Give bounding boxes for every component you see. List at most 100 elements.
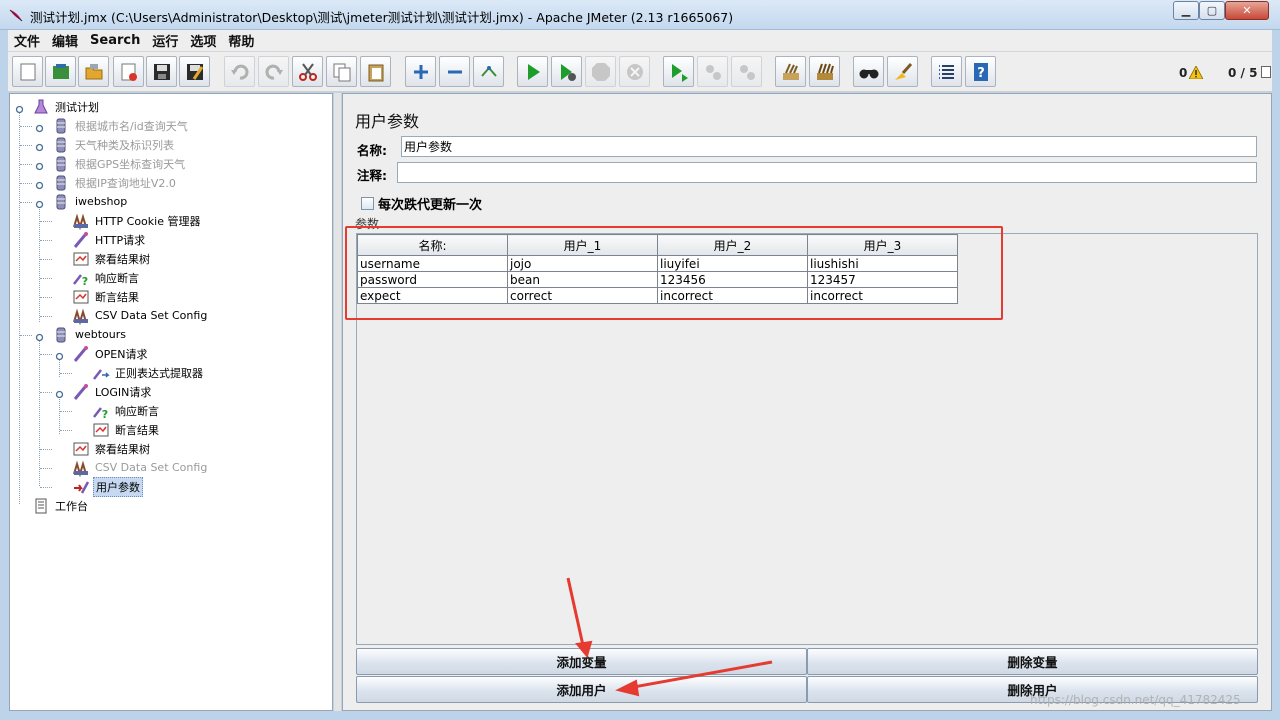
- panel-splitter[interactable]: [334, 93, 341, 711]
- collapse-all-button[interactable]: [439, 56, 470, 87]
- start-no-pause-icon: [560, 63, 576, 81]
- tree-item[interactable]: webtours: [52, 325, 128, 344]
- minimize-button[interactable]: ▁: [1173, 1, 1199, 20]
- close-button[interactable]: [113, 56, 144, 87]
- toggle-button[interactable]: [473, 56, 504, 87]
- tree-item-label: 断言结果: [115, 423, 159, 437]
- menu-options[interactable]: 选项: [184, 31, 222, 50]
- redo-button[interactable]: [258, 56, 289, 87]
- tree-item[interactable]: 根据IP查询地址V2.0: [52, 173, 178, 192]
- shutdown-button[interactable]: [619, 56, 650, 87]
- tree-expand-handle[interactable]: [55, 350, 64, 361]
- start-button[interactable]: [517, 56, 548, 87]
- name-input[interactable]: [401, 136, 1257, 157]
- tree-item[interactable]: 天气种类及标识列表: [52, 135, 176, 154]
- clear-all-button[interactable]: [809, 56, 840, 87]
- save-as-button[interactable]: [179, 56, 210, 87]
- cut-icon: [298, 62, 317, 81]
- update-once-per-iteration[interactable]: 每次跌代更新一次: [361, 194, 482, 213]
- tree-item[interactable]: 根据GPS坐标查询天气: [52, 154, 187, 173]
- tree-item-label: HTTP请求: [95, 233, 146, 247]
- start-icon: [527, 63, 540, 80]
- tree-item[interactable]: LOGIN请求: [72, 382, 153, 401]
- search-button[interactable]: [853, 56, 884, 87]
- tree-expand-handle[interactable]: [55, 388, 64, 399]
- stop-button[interactable]: [585, 56, 616, 87]
- comment-label: 注释:: [357, 168, 387, 183]
- undo-button[interactable]: [224, 56, 255, 87]
- cut-button[interactable]: [292, 56, 323, 87]
- function-helper-button[interactable]: [931, 56, 962, 87]
- tree-item[interactable]: 用户参数: [72, 476, 143, 497]
- menu-help[interactable]: 帮助: [222, 31, 260, 50]
- assertion-icon: ?: [92, 402, 110, 420]
- tree-expand-handle[interactable]: [35, 331, 44, 342]
- preprocessor-icon: [72, 478, 90, 496]
- maximize-button[interactable]: ▢: [1199, 1, 1225, 20]
- sampler-icon: [72, 231, 90, 249]
- tree-item[interactable]: HTTP Cookie 管理器: [72, 211, 202, 230]
- close-window-button[interactable]: ✕: [1225, 1, 1269, 20]
- tree-expand-handle[interactable]: [35, 141, 44, 152]
- function-helper-icon: [938, 64, 954, 79]
- remote-start-button[interactable]: [663, 56, 694, 87]
- save-button[interactable]: [146, 56, 177, 87]
- templates-button[interactable]: [45, 56, 76, 87]
- svg-text:?: ?: [82, 275, 88, 287]
- expand-all-button[interactable]: [405, 56, 436, 87]
- tree-item-label: CSV Data Set Config: [95, 461, 208, 474]
- tree-item[interactable]: 断言结果: [92, 420, 161, 439]
- tree-item[interactable]: CSV Data Set Config: [72, 458, 209, 477]
- update-once-checkbox[interactable]: [361, 197, 374, 210]
- tree-item[interactable]: 正则表达式提取器: [92, 363, 205, 382]
- clear-icon: [782, 63, 799, 80]
- copy-button[interactable]: [326, 56, 357, 87]
- tree-item[interactable]: 断言结果: [72, 287, 141, 306]
- delete-variable-button[interactable]: 删除变量: [807, 648, 1258, 675]
- tree-item[interactable]: ? 响应断言: [72, 268, 141, 287]
- menu-search[interactable]: Search: [84, 33, 146, 48]
- tree-item[interactable]: 察看结果树: [72, 439, 152, 458]
- add-user-button[interactable]: 添加用户: [356, 676, 807, 703]
- svg-text:?: ?: [977, 66, 985, 81]
- open-button[interactable]: [78, 56, 109, 87]
- remote-stop-button[interactable]: [697, 56, 728, 87]
- comment-input[interactable]: [397, 162, 1257, 183]
- tree-item[interactable]: 测试计划: [32, 97, 101, 116]
- add-variable-button[interactable]: 添加变量: [356, 648, 807, 675]
- tree-item[interactable]: 工作台: [32, 496, 90, 515]
- tree-expand-handle[interactable]: [35, 179, 44, 190]
- paste-button[interactable]: [360, 56, 391, 87]
- annotation-highlight-box: [345, 226, 1003, 320]
- tree-item[interactable]: iwebshop: [52, 192, 129, 211]
- tree-item[interactable]: HTTP请求: [72, 230, 147, 249]
- tree-expand-handle[interactable]: [15, 103, 24, 114]
- tree-expand-handle[interactable]: [35, 160, 44, 171]
- tree-item[interactable]: ? 响应断言: [92, 401, 161, 420]
- tree-expand-handle[interactable]: [35, 122, 44, 133]
- new-button[interactable]: [12, 56, 43, 87]
- tree-item[interactable]: 察看结果树: [72, 249, 152, 268]
- start-no-pause-button[interactable]: [551, 56, 582, 87]
- jmeter-feather-icon: [9, 9, 23, 22]
- help-button[interactable]: ?: [965, 56, 996, 87]
- paste-icon: [368, 64, 383, 81]
- test-plan-tree[interactable]: 测试计划 根据城市名/id查询天气 天气种类及标识列表 根据GPS坐标查询天气 根据IP…: [9, 93, 333, 711]
- window-title: 测试计划.jmx (C:\Users\Administrator\Desktop…: [30, 10, 734, 25]
- tree-item[interactable]: CSV Data Set Config: [72, 306, 209, 325]
- remote-stop-icon: [705, 64, 721, 80]
- listener-icon: [92, 421, 110, 439]
- tree-item[interactable]: OPEN请求: [72, 344, 149, 363]
- tree-expand-handle[interactable]: [35, 198, 44, 209]
- remote-shutdown-button[interactable]: [731, 56, 762, 87]
- stop-icon: [591, 62, 610, 81]
- config-icon: [72, 307, 90, 325]
- tree-item[interactable]: 根据城市名/id查询天气: [52, 116, 190, 135]
- clear-button[interactable]: [775, 56, 806, 87]
- menu-edit[interactable]: 编辑: [46, 31, 84, 50]
- close-file-icon: [121, 63, 137, 81]
- collapse-icon: [447, 70, 462, 73]
- menu-run[interactable]: 运行: [146, 31, 184, 50]
- menu-file[interactable]: 文件: [8, 31, 46, 50]
- reset-search-button[interactable]: [887, 56, 918, 87]
